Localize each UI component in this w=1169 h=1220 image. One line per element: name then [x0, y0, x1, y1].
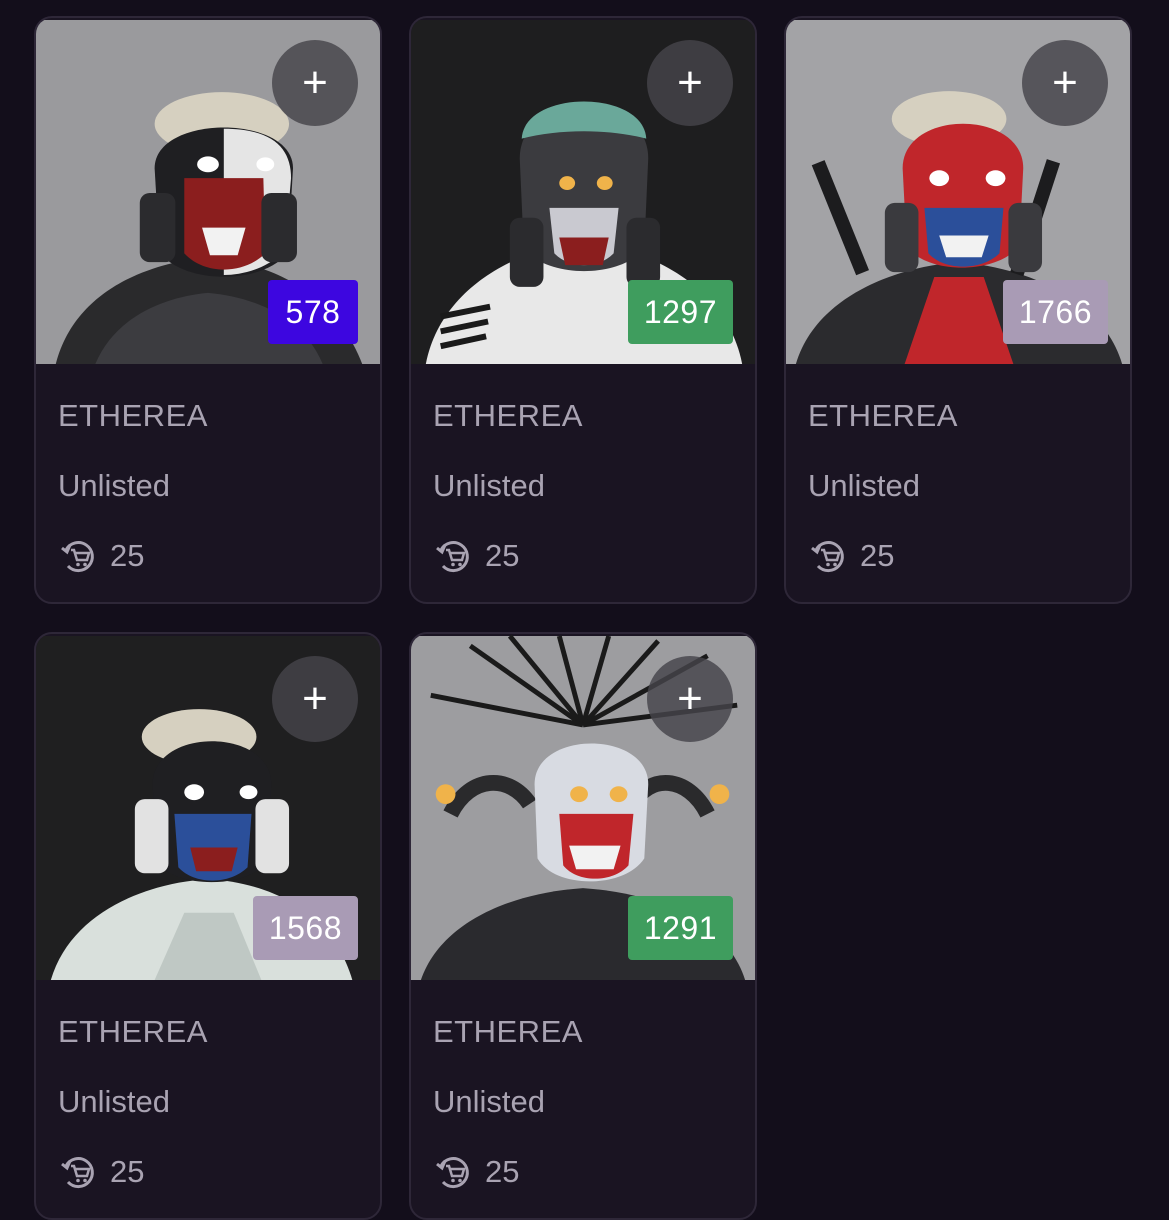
listing-status: Unlisted — [58, 1084, 170, 1119]
listing-status: Unlisted — [808, 468, 920, 503]
plus-icon: + — [677, 674, 703, 723]
supply-info: 25 — [433, 536, 519, 576]
rank-badge: 578 — [268, 280, 358, 344]
supply-info: 25 — [58, 1152, 144, 1192]
nft-card[interactable]: + 1297 ETHEREA Unlisted 25 — [409, 16, 757, 604]
add-to-cart-button[interactable]: + — [272, 656, 358, 742]
nft-card[interactable]: + 1766 ETHEREA Unlisted 25 — [784, 16, 1132, 604]
collection-name: ETHEREA — [58, 1014, 208, 1049]
supply-count: 25 — [485, 1154, 520, 1189]
nft-card[interactable]: + 1291 ETHEREA Unlisted 25 — [409, 632, 757, 1220]
rank-badge: 1766 — [1002, 280, 1108, 344]
rank-badge: 1297 — [627, 280, 733, 344]
cart-refresh-icon — [61, 541, 94, 573]
listing-status: Unlisted — [433, 1084, 545, 1119]
plus-icon: + — [302, 58, 328, 107]
listing-status: Unlisted — [433, 468, 545, 503]
add-to-cart-button[interactable]: + — [647, 656, 733, 742]
collection-name: ETHEREA — [433, 1014, 583, 1049]
listing-status: Unlisted — [58, 468, 170, 503]
rank-badge: 1568 — [252, 896, 358, 960]
cart-refresh-icon — [811, 541, 844, 573]
collection-name: ETHEREA — [58, 398, 208, 433]
collection-name: ETHEREA — [808, 398, 958, 433]
add-to-cart-button[interactable]: + — [272, 40, 358, 126]
cart-refresh-icon — [61, 1157, 94, 1189]
plus-icon: + — [302, 674, 328, 723]
supply-info: 25 — [433, 1152, 519, 1192]
plus-icon: + — [677, 58, 703, 107]
supply-count: 25 — [110, 1154, 145, 1189]
rank-badge: 1291 — [627, 896, 733, 960]
supply-count: 25 — [110, 538, 145, 573]
nft-card[interactable]: + 578 ETHEREA Unlisted 25 — [34, 16, 382, 604]
nft-card[interactable]: + 1568 ETHEREA Unlisted 25 — [34, 632, 382, 1220]
supply-info: 25 — [808, 536, 894, 576]
add-to-cart-button[interactable]: + — [1022, 40, 1108, 126]
cart-refresh-icon — [436, 1157, 469, 1189]
collection-name: ETHEREA — [433, 398, 583, 433]
plus-icon: + — [1052, 58, 1078, 107]
supply-count: 25 — [860, 538, 895, 573]
add-to-cart-button[interactable]: + — [647, 40, 733, 126]
supply-count: 25 — [485, 538, 520, 573]
supply-info: 25 — [58, 536, 144, 576]
cart-refresh-icon — [436, 541, 469, 573]
